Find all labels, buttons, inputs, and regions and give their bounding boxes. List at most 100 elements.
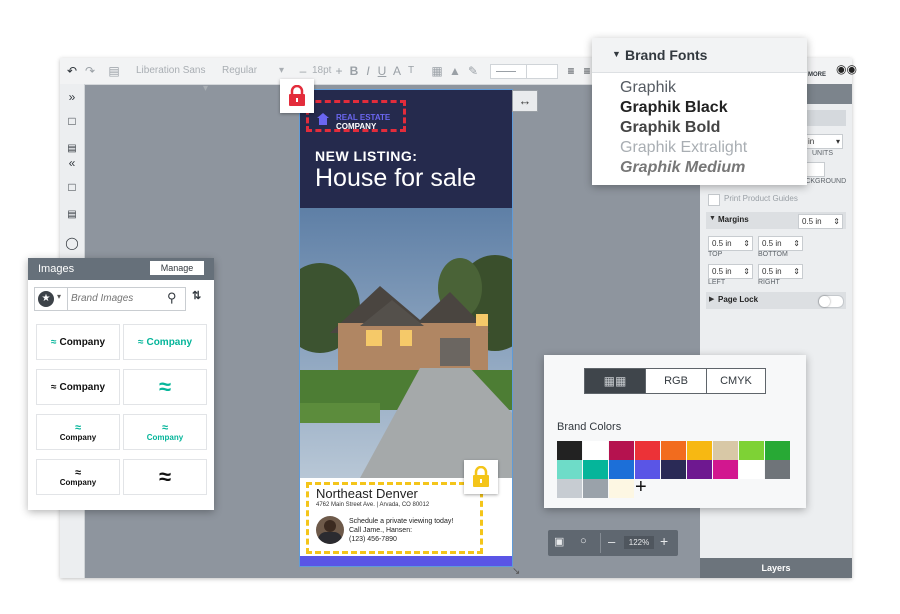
color-swatch[interactable] <box>557 479 582 498</box>
units-value: in <box>808 137 815 146</box>
undo-icon[interactable]: ↶ <box>64 62 80 80</box>
address-text: 4762 Main Street Ave. | Arvada, CO 80012 <box>316 502 430 508</box>
present-icon[interactable]: ▣ <box>554 535 564 548</box>
page-lock-toggle[interactable] <box>818 295 844 308</box>
font-family-select[interactable]: Liberation Sans ▾ <box>136 62 214 94</box>
search-icon[interactable]: ⚲ <box>167 290 177 306</box>
manage-button[interactable]: Manage <box>150 261 204 275</box>
more-label[interactable]: MORE <box>808 72 826 78</box>
image-tile[interactable]: ≈ Company <box>123 414 207 450</box>
brand-fonts-header[interactable]: ▼ Brand Fonts <box>592 38 807 73</box>
text-box-icon[interactable]: ▤ <box>63 206 81 224</box>
tab-cmyk[interactable]: CMYK <box>706 368 766 394</box>
margin-right-field[interactable]: 0.5 in ⇕ <box>758 264 803 279</box>
color-swatch[interactable] <box>713 441 738 460</box>
image-tile[interactable]: ≈ <box>123 459 207 495</box>
italic-icon[interactable]: I <box>362 62 374 80</box>
margin-top-field[interactable]: 0.5 in ⇕ <box>708 236 753 251</box>
fill-bucket-icon[interactable]: ▲ <box>448 62 462 80</box>
format-painter-icon[interactable]: ▤ <box>106 62 122 80</box>
font-size-value[interactable]: 18pt <box>312 62 336 80</box>
image-tile[interactable]: ≈ <box>123 369 207 405</box>
decrease-size-icon[interactable]: – <box>298 62 308 80</box>
shapes-icon[interactable]: ◯ <box>63 234 81 252</box>
swirl-logo-icon: ≈ <box>74 421 82 434</box>
collapse-triangle-icon: ▼ <box>709 215 716 222</box>
margins-all-field[interactable]: 0.5 in ⇕ <box>798 214 843 229</box>
image-tile[interactable]: ≈ Company <box>36 459 120 495</box>
font-option[interactable]: Graphik Medium <box>620 159 745 177</box>
color-swatch[interactable] <box>583 441 608 460</box>
color-swatch[interactable] <box>765 460 790 479</box>
color-swatch[interactable] <box>739 441 764 460</box>
text-transform-icon[interactable]: T <box>405 62 417 80</box>
line-width-field[interactable] <box>526 64 558 79</box>
resize-width-icon[interactable]: ↔ <box>512 90 538 112</box>
page-icon[interactable]: □ <box>63 178 81 196</box>
margin-right-label: RIGHT <box>758 279 780 286</box>
comment-icon[interactable]: ○ <box>580 535 587 547</box>
swatch-grid-icon: ▦▦ <box>603 374 627 388</box>
resize-corner-icon[interactable]: ↘ <box>512 566 526 578</box>
chevron-down-icon[interactable]: ▾ <box>57 292 61 301</box>
color-swatch[interactable] <box>557 460 582 479</box>
background-color-field[interactable] <box>804 162 825 177</box>
color-swatch[interactable] <box>557 441 582 460</box>
font-option[interactable]: Graphik Extralight <box>620 139 747 157</box>
margin-bottom-field[interactable]: 0.5 in ⇕ <box>758 236 803 251</box>
color-swatch[interactable] <box>687 441 712 460</box>
color-swatch[interactable] <box>661 441 686 460</box>
color-swatch[interactable] <box>739 460 764 479</box>
margin-bottom-value: 0.5 in <box>762 239 782 248</box>
image-tile[interactable]: ≈ Company <box>36 414 120 450</box>
text-color-icon[interactable]: A <box>391 62 403 80</box>
color-swatch[interactable] <box>765 441 790 460</box>
tab-rgb[interactable]: RGB <box>645 368 707 394</box>
image-tile[interactable]: ≈ Company <box>36 369 120 405</box>
star-icon[interactable]: ★ <box>38 291 54 307</box>
units-select[interactable]: in ▾ <box>804 134 843 149</box>
font-option[interactable]: Graphik Bold <box>620 119 720 137</box>
color-swatch[interactable] <box>609 460 634 479</box>
font-option[interactable]: Graphik Black <box>620 99 728 117</box>
tab-swatches[interactable]: ▦▦ <box>584 368 646 394</box>
align-left-icon[interactable]: ≡ <box>564 62 578 80</box>
bold-icon[interactable]: B <box>348 62 360 80</box>
font-style-select[interactable]: Regular ▾ <box>222 62 290 80</box>
color-swatch[interactable] <box>713 460 738 479</box>
images-search-input[interactable] <box>71 291 161 305</box>
color-swatch[interactable] <box>609 479 634 498</box>
color-swatch[interactable] <box>687 460 712 479</box>
redo-icon[interactable]: ↷ <box>82 62 98 80</box>
zoom-out-icon[interactable]: – <box>608 534 615 549</box>
image-tile[interactable]: ≈ Company <box>36 324 120 360</box>
layers-tab[interactable]: Layers <box>700 558 852 578</box>
expand-panel-icon[interactable]: » <box>63 88 81 106</box>
color-swatch[interactable] <box>635 441 660 460</box>
color-swatch[interactable] <box>609 441 634 460</box>
increase-size-icon[interactable]: + <box>334 62 344 80</box>
line-style-select[interactable] <box>490 64 528 79</box>
logo-lock-button[interactable] <box>280 79 314 113</box>
sort-icon[interactable]: ⇅ <box>192 289 201 302</box>
zoom-in-icon[interactable]: + <box>660 533 668 549</box>
flyer-canvas[interactable]: REAL ESTATE COMPANY NEW LISTING: House f… <box>300 90 512 566</box>
pen-icon[interactable]: ✎ <box>466 62 480 80</box>
color-swatch[interactable] <box>583 460 608 479</box>
underline-icon[interactable]: U <box>376 62 388 80</box>
color-swatch[interactable] <box>661 460 686 479</box>
zoom-level[interactable]: 122% <box>624 536 654 549</box>
margin-left-field[interactable]: 0.5 in ⇕ <box>708 264 753 279</box>
collapse-panel-icon[interactable]: « <box>63 154 81 172</box>
table-icon[interactable]: ▦ <box>430 62 444 80</box>
binoculars-icon[interactable]: ◉◉ <box>836 62 857 76</box>
units-label: UNITS <box>812 150 833 157</box>
color-swatch[interactable] <box>583 479 608 498</box>
image-tile[interactable]: ≈ Company <box>123 324 207 360</box>
contact-lock-button[interactable] <box>464 460 498 494</box>
font-option[interactable]: Graphik <box>620 79 676 97</box>
house-photo[interactable] <box>300 208 512 478</box>
page-icon[interactable]: □ <box>63 112 81 130</box>
add-color-button[interactable]: + <box>635 477 647 497</box>
print-guides-checkbox[interactable] <box>708 194 720 206</box>
